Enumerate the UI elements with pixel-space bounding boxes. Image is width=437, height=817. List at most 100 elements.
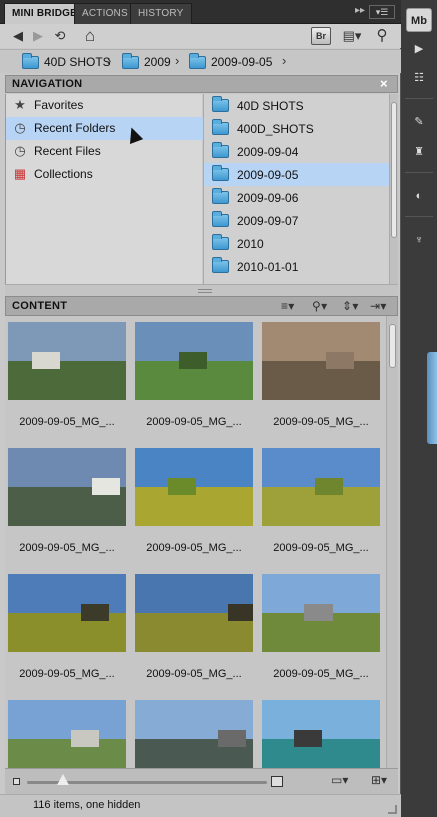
clone-dock-button[interactable]: ♜ [406, 140, 432, 164]
breadcrumb-item[interactable]: 40D SHOTS [22, 52, 111, 71]
tab-actions[interactable]: ACTIONS [74, 3, 136, 24]
folder-icon [212, 211, 229, 227]
folder-item[interactable]: 2009-09-06 [204, 186, 389, 209]
panel-splitter[interactable] [5, 284, 398, 296]
navigation-panel-header: NAVIGATION × [5, 75, 398, 93]
thumbnail-item[interactable]: 2009-09-05_MG_... [260, 316, 382, 438]
scrollbar-thumb[interactable] [389, 324, 396, 368]
folder-icon [122, 52, 139, 69]
home-button[interactable]: ⌂ [80, 27, 100, 45]
folder-item[interactable]: 40D SHOTS [204, 94, 389, 117]
star-icon: ★ [14, 97, 26, 112]
thumbnail-item[interactable]: 2009-09-05_MG_... [6, 568, 128, 690]
dock-divider [405, 216, 433, 217]
thumbnail-item[interactable]: 2009-09-05_MG_... [260, 568, 382, 690]
filter-icon[interactable]: ⚲▾ [312, 299, 327, 313]
brush-dock-button[interactable]: ✎ [406, 110, 432, 134]
folder-item[interactable]: 2009-09-04 [204, 140, 389, 163]
back-button[interactable]: ◀ [10, 27, 26, 45]
thumbnail-item[interactable]: 2009-09-05_MG_... [6, 442, 128, 564]
history-dock-button[interactable]: ☷ [406, 66, 432, 90]
breadcrumb-item[interactable]: 2009 [122, 52, 171, 71]
photo-thumbnail[interactable] [262, 322, 380, 400]
nav-item-recent-files[interactable]: ◷ Recent Files [6, 140, 203, 163]
mini-bridge-toolbar: ◀ ▶ ⟲ ⌂ Br ▤▾ ⚲ [0, 24, 401, 48]
play-dock-button[interactable]: ▶ [406, 37, 432, 61]
tools-icon[interactable]: ⇥▾ [370, 299, 387, 313]
folder-icon [189, 52, 206, 69]
thumbnail-item[interactable]: 2009-09-05_MG_... [260, 442, 382, 564]
photo-thumbnail[interactable] [262, 574, 380, 652]
photo-thumbnail[interactable] [8, 574, 126, 652]
forward-button[interactable]: ▶ [30, 27, 46, 45]
sort-order-icon[interactable]: ⇕▾ [342, 299, 359, 313]
status-bar: 116 items, one hidden [0, 794, 401, 817]
folder-item[interactable]: 2010 [204, 232, 389, 255]
tab-mini-bridge[interactable]: MINI BRIDGE [4, 3, 85, 24]
folder-icon [212, 96, 229, 112]
thumbnail-item[interactable]: 2009-09-05_MG_... [6, 316, 128, 438]
photo-thumbnail[interactable] [262, 448, 380, 526]
photo-thumbnail[interactable] [135, 700, 253, 768]
panel-tab-bar: MINI BRIDGE ACTIONS HISTORY ▸▸ ▾☰ [0, 0, 401, 24]
breadcrumb-item[interactable]: 2009-09-05 [189, 52, 272, 71]
thumbnail-item[interactable]: 2009-09-05_MG_... [133, 694, 255, 768]
photo-thumbnail[interactable] [8, 448, 126, 526]
tab-history[interactable]: HISTORY [130, 3, 192, 24]
photo-thumbnail[interactable] [135, 448, 253, 526]
search-button[interactable]: ⚲ [372, 27, 392, 45]
small-thumbnail-icon[interactable] [13, 778, 20, 785]
photo-thumbnail[interactable] [262, 700, 380, 768]
thumbnail-item[interactable]: 2009-09-05_MG_... [133, 442, 255, 564]
thumbnail-size-bar: ▭▾ ⊞▾ [5, 768, 398, 794]
folder-icon [212, 142, 229, 158]
folder-icon [22, 52, 39, 69]
clock-icon: ◷ [14, 120, 26, 135]
usb-dock-button[interactable]: ♆ [406, 228, 432, 252]
scrollbar-thumb[interactable] [391, 102, 397, 238]
photo-thumbnail[interactable] [135, 574, 253, 652]
folder-item[interactable]: 2010-01-01 [204, 255, 389, 278]
breadcrumb: 40D SHOTS › 2009 › 2009-09-05 › [0, 49, 401, 73]
folder-icon [212, 188, 229, 204]
go-to-bridge-button[interactable]: Br [311, 27, 331, 45]
photo-thumbnail[interactable] [135, 322, 253, 400]
sort-menu-icon[interactable]: ≡▾ [281, 299, 295, 313]
nav-item-recent-folders[interactable]: ◷ Recent Folders [6, 117, 203, 140]
view-mode-button[interactable]: ▭▾ [331, 773, 348, 791]
panel-menu-icon[interactable]: ▾☰ [369, 5, 395, 19]
close-icon[interactable]: × [380, 77, 392, 90]
thumbnail-item[interactable]: 2009-09-05_MG_... [260, 694, 382, 768]
nav-item-favorites[interactable]: ★ Favorites [6, 94, 203, 117]
photo-thumbnail[interactable] [8, 322, 126, 400]
thumbnail-item[interactable]: 2009-09-05_MG_... [133, 316, 255, 438]
content-scrollbar[interactable] [386, 316, 398, 768]
collapse-panels-icon[interactable]: ▸▸ [355, 5, 365, 16]
refresh-button[interactable]: ⟲ [50, 27, 70, 45]
grid-mode-button[interactable]: ⊞▾ [371, 773, 387, 791]
thumbnail-item[interactable]: 2009-09-05_MG_... [6, 694, 128, 768]
clock-icon: ◷ [14, 143, 26, 158]
folder-icon [212, 165, 229, 181]
grip-icon [198, 289, 212, 293]
folder-item[interactable]: 400D_SHOTS [204, 117, 389, 140]
folder-item[interactable]: 2009-09-07 [204, 209, 389, 232]
folder-icon [212, 234, 229, 250]
resize-grip-icon[interactable] [388, 805, 397, 814]
large-thumbnail-icon[interactable] [271, 776, 283, 787]
nav-item-collections[interactable]: ▦ Collections [6, 163, 203, 186]
mini-bridge-dock-button[interactable]: Mb [406, 8, 432, 32]
folder-item[interactable]: 2009-09-05 [204, 163, 389, 186]
breadcrumb-separator[interactable]: › [107, 53, 111, 68]
adjustments-dock-button[interactable]: ◐ [406, 184, 432, 208]
content-grid: 2009-09-05_MG_... 2009-09-05_MG_... 2009-0… [5, 316, 386, 768]
navigation-scrollbar[interactable] [389, 94, 398, 284]
breadcrumb-separator[interactable]: › [175, 53, 179, 68]
tools-menu-button[interactable]: ▤▾ [340, 27, 364, 45]
photo-thumbnail[interactable] [8, 700, 126, 768]
thumbnail-caption: 2009-09-05_MG_... [19, 542, 115, 554]
thumbnail-caption: 2009-09-05_MG_... [273, 416, 369, 428]
thumbnail-item[interactable]: 2009-09-05_MG_... [133, 568, 255, 690]
breadcrumb-separator[interactable]: › [282, 53, 286, 68]
slider-knob[interactable] [57, 774, 69, 785]
